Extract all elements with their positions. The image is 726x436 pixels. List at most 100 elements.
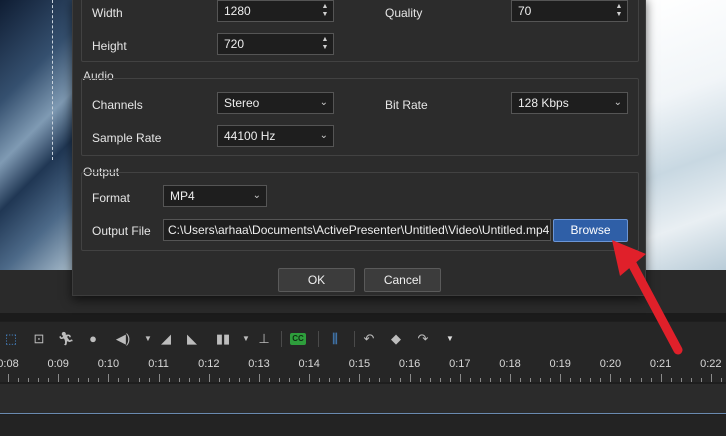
fade-in-icon[interactable]: ◢ xyxy=(157,330,175,348)
quality-value: 70 xyxy=(518,4,532,18)
tick-label: 0:08 xyxy=(0,358,19,370)
undo-icon[interactable]: ↶ xyxy=(360,330,378,348)
ruler-tick xyxy=(68,378,70,382)
slide-canvas-right xyxy=(646,0,726,270)
ruler-tick xyxy=(269,378,271,382)
ruler-tick xyxy=(128,378,130,382)
ruler-tick xyxy=(28,378,30,382)
quality-label: Quality xyxy=(385,6,423,20)
ruler-tick xyxy=(570,378,572,382)
chevron-down-icon: ⌄ xyxy=(613,97,622,108)
ruler-tick xyxy=(610,374,612,382)
bitrate-dropdown[interactable]: 128 Kbps ⌄ xyxy=(511,92,628,114)
diamond-icon[interactable]: ◆ xyxy=(387,330,405,348)
width-spinbox[interactable]: 1280 ▲ ▼ xyxy=(217,0,334,22)
ruler-tick xyxy=(600,378,602,382)
timeline-track[interactable] xyxy=(0,384,726,414)
tick-label: 0:12 xyxy=(198,358,220,370)
height-spinbox[interactable]: 720 ▲ ▼ xyxy=(217,33,334,55)
ruler-tick xyxy=(218,378,220,382)
samplerate-label: Sample Rate xyxy=(92,131,162,145)
ruler-tick xyxy=(670,378,672,382)
ruler-tick xyxy=(560,374,562,382)
tick-label: 0:10 xyxy=(97,358,120,370)
audio-group xyxy=(81,78,639,156)
split-icon[interactable]: ⫼ xyxy=(326,330,344,348)
ruler-tick xyxy=(48,378,50,382)
dropdown-arrow-icon[interactable]: ▼ xyxy=(237,330,255,348)
ruler-tick xyxy=(238,378,240,382)
ruler-tick xyxy=(710,374,712,382)
ruler-tick xyxy=(289,378,291,382)
width-value: 1280 xyxy=(224,4,251,18)
redo-icon[interactable]: ↷ xyxy=(414,330,432,348)
samplerate-dropdown[interactable]: 44100 Hz ⌄ xyxy=(217,125,334,147)
channels-label: Channels xyxy=(92,98,143,112)
toolbar-separator xyxy=(318,331,319,347)
ruler-tick xyxy=(259,374,260,382)
ruler-tick xyxy=(700,378,702,382)
ruler-tick xyxy=(419,378,421,382)
ruler-tick xyxy=(530,378,532,382)
spin-arrows-icon[interactable]: ▲ ▼ xyxy=(320,3,330,19)
ruler-tick xyxy=(58,374,60,382)
ruler-tick xyxy=(339,378,341,382)
format-dropdown[interactable]: MP4 ⌄ xyxy=(163,185,267,207)
ruler-tick xyxy=(660,374,662,382)
toolbar-separator xyxy=(354,331,355,347)
toolbar-separator xyxy=(281,331,282,347)
ruler-tick xyxy=(118,378,120,382)
closed-caption-icon[interactable]: CC xyxy=(290,333,306,345)
ok-button[interactable]: OK xyxy=(278,268,355,292)
audio-levels-icon[interactable]: ▮▮ xyxy=(214,330,232,348)
ruler-tick xyxy=(449,378,451,382)
spin-arrows-icon[interactable]: ▲ ▼ xyxy=(614,3,624,19)
tick-label: 0:15 xyxy=(348,358,371,370)
cancel-button[interactable]: Cancel xyxy=(364,268,441,292)
width-label: Width xyxy=(92,6,123,20)
zoom-n-pan-icon[interactable]: ⊡ xyxy=(30,330,48,348)
ruler-tick xyxy=(178,378,180,382)
ruler-tick xyxy=(8,374,9,382)
timeline-track[interactable] xyxy=(0,415,726,436)
ruler-tick xyxy=(389,378,391,382)
crop-icon[interactable]: ⬚ xyxy=(2,330,20,348)
run-icon[interactable]: 🏃︎ xyxy=(57,330,75,348)
more-icon[interactable]: ▼ xyxy=(441,330,459,348)
tick-label: 0:18 xyxy=(499,358,521,370)
ruler-tick xyxy=(359,374,361,382)
ruler-tick xyxy=(138,378,140,382)
ruler-tick xyxy=(168,378,170,382)
height-value: 720 xyxy=(224,37,245,51)
tick-label: 0:22 xyxy=(700,358,722,370)
normalize-icon[interactable]: ⊥ xyxy=(255,330,273,348)
chevron-down-icon: ⌄ xyxy=(319,97,328,108)
dropdown-arrow-icon[interactable]: ▼ xyxy=(139,330,157,348)
ruler-tick xyxy=(590,378,592,382)
ruler-tick xyxy=(720,378,722,382)
ruler-tick xyxy=(38,378,40,382)
ruler-tick xyxy=(409,374,411,382)
output-file-label: Output File xyxy=(92,224,151,238)
format-value: MP4 xyxy=(170,189,195,203)
tick-label: 0:09 xyxy=(47,358,69,370)
volume-icon[interactable]: ◀︎) xyxy=(114,330,132,348)
ruler-tick xyxy=(188,378,190,382)
channels-dropdown[interactable]: Stereo ⌄ xyxy=(217,92,334,114)
bitrate-label: Bit Rate xyxy=(385,98,428,112)
ruler-tick xyxy=(108,374,110,382)
ruler-tick xyxy=(18,378,20,382)
spin-arrows-icon[interactable]: ▲ ▼ xyxy=(320,36,330,52)
ruler-tick xyxy=(329,378,331,382)
channels-value: Stereo xyxy=(224,96,260,110)
drop-icon[interactable]: ● xyxy=(84,330,102,348)
ruler-tick xyxy=(208,374,210,382)
ruler-tick xyxy=(78,378,80,382)
slide-canvas-left xyxy=(0,0,72,270)
tick-label: 0:14 xyxy=(298,358,320,370)
ruler-tick xyxy=(148,378,150,382)
ruler-tick xyxy=(489,378,491,382)
fade-out-icon[interactable]: ◣ xyxy=(183,330,201,348)
quality-spinbox[interactable]: 70 ▲ ▼ xyxy=(511,0,628,22)
output-file-input[interactable]: C:\Users\arhaa\Documents\ActivePresenter… xyxy=(163,219,551,241)
